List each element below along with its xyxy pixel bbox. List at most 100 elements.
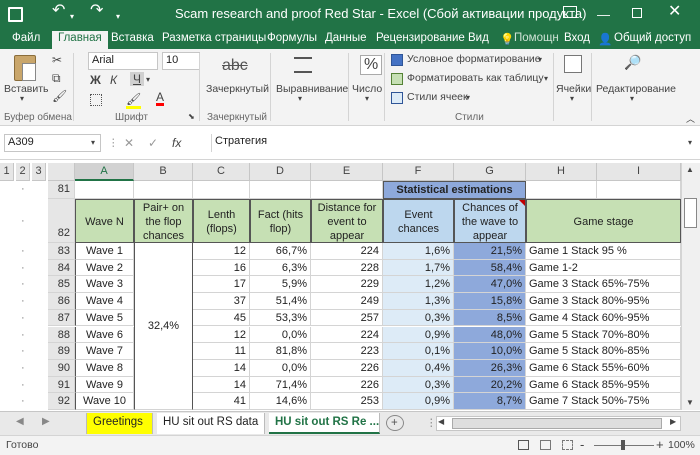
number-dropdown-icon[interactable]: ▾ xyxy=(365,94,369,103)
header-distance[interactable]: Distance for event to appear xyxy=(311,199,383,243)
normal-view-icon[interactable] xyxy=(518,440,529,450)
tab-page-layout[interactable]: Разметка страницы xyxy=(162,32,266,44)
font-size-combo[interactable]: 10 xyxy=(162,52,200,70)
outline-dot[interactable]: · xyxy=(0,309,48,327)
header-wave-n[interactable]: Wave N xyxy=(75,199,134,243)
cond-dropdown-icon[interactable]: ▾ xyxy=(538,55,542,64)
column-header-a[interactable]: A xyxy=(75,163,134,181)
cell-i88[interactable] xyxy=(597,326,681,344)
cell-c86[interactable]: 37 xyxy=(193,293,250,310)
tab-home[interactable]: Главная xyxy=(52,31,108,49)
cell-h88[interactable]: Game 5 Stack 70%-80% xyxy=(526,327,649,344)
outline-level-2[interactable]: 2 xyxy=(16,163,30,181)
outline-dot[interactable]: · xyxy=(0,259,48,277)
cell-d86[interactable]: 51,4% xyxy=(250,293,311,310)
editing-button[interactable]: Редактирование xyxy=(596,83,676,95)
row-header-92[interactable]: 92 xyxy=(48,393,75,410)
cell-g89[interactable]: 10,0% xyxy=(454,343,526,360)
cell-h85[interactable]: Game 3 Stack 65%-75% xyxy=(526,276,649,294)
column-header-h[interactable]: H xyxy=(526,163,597,181)
fill-color-icon[interactable]: 🖌 xyxy=(126,92,142,109)
cell-styles-button[interactable]: Стили ячеек xyxy=(407,91,468,103)
vertical-scroll-thumb[interactable] xyxy=(684,198,697,228)
cell-e84[interactable]: 228 xyxy=(311,259,383,277)
outline-level-3[interactable]: 3 xyxy=(32,163,46,181)
header-wave-chances[interactable]: Chances of the wave to appear xyxy=(454,199,526,243)
cell-c84[interactable]: 16 xyxy=(193,259,250,277)
select-all-corner[interactable] xyxy=(48,163,75,181)
cell-g90[interactable]: 26,3% xyxy=(454,359,526,377)
cell-i91[interactable] xyxy=(597,376,681,394)
cell-c81[interactable] xyxy=(193,181,250,199)
sheet-tab-hu-data[interactable]: HU sit out RS data xyxy=(157,413,265,434)
confirm-entry-icon[interactable]: ✓ xyxy=(148,136,158,150)
column-header-c[interactable]: C xyxy=(193,163,250,181)
cell-d90[interactable]: 0,0% xyxy=(250,359,311,377)
cell-h81[interactable] xyxy=(526,181,597,199)
column-header-f[interactable]: F xyxy=(383,163,454,181)
outline-dot[interactable]: · xyxy=(0,359,48,377)
undo-icon[interactable]: ↶ xyxy=(52,3,65,19)
cell-d92[interactable]: 14,6% xyxy=(250,393,311,410)
cell-g92[interactable]: 8,7% xyxy=(454,393,526,410)
cell-a83[interactable]: Wave 1 xyxy=(75,243,134,260)
maximize-icon[interactable] xyxy=(632,8,642,18)
borders-icon[interactable] xyxy=(90,94,102,106)
tab-file[interactable]: Файл xyxy=(12,32,40,44)
alignment-icon[interactable] xyxy=(294,57,312,73)
header-pair-flop[interactable]: Pair+ on the flop chances xyxy=(134,199,193,243)
expand-formula-bar-icon[interactable]: ▾ xyxy=(688,138,692,147)
alignment-dropdown-icon[interactable]: ▾ xyxy=(298,94,302,103)
cancel-entry-icon[interactable]: ✕ xyxy=(124,136,134,150)
outline-dot[interactable]: · xyxy=(0,376,48,394)
page-layout-view-icon[interactable] xyxy=(540,440,551,450)
tab-split-grip-icon[interactable]: ⋮ xyxy=(426,417,437,429)
scroll-down-icon[interactable]: ▼ xyxy=(686,398,694,407)
cell-i84[interactable] xyxy=(597,259,681,277)
cell-c89[interactable]: 11 xyxy=(193,343,250,360)
tab-formulas[interactable]: Формулы xyxy=(267,32,317,44)
cell-e87[interactable]: 257 xyxy=(311,309,383,327)
cell-c92[interactable]: 41 xyxy=(193,393,250,410)
formula-bar-grip-icon[interactable]: ⋮ xyxy=(108,137,119,149)
column-header-i[interactable]: I xyxy=(597,163,681,181)
merged-pair-flop-chance[interactable]: 32,4% xyxy=(134,243,193,410)
cell-f88[interactable]: 0,9% xyxy=(383,326,454,344)
cell-f85[interactable]: 1,2% xyxy=(383,276,454,294)
qat-customize-icon[interactable]: ▾ xyxy=(116,10,120,24)
outline-dot[interactable]: · xyxy=(0,276,48,294)
scroll-right-icon[interactable]: ▶ xyxy=(670,417,676,426)
close-icon[interactable]: ✕ xyxy=(668,4,681,20)
cell-h89[interactable]: Game 5 Stack 80%-85% xyxy=(526,343,649,360)
cell-h87[interactable]: Game 4 Stack 60%-95% xyxy=(526,310,649,327)
cell-i87[interactable] xyxy=(597,309,681,327)
scroll-left-icon[interactable]: ◀ xyxy=(438,417,444,426)
sign-in-link[interactable]: Вход xyxy=(564,32,590,44)
horizontal-scroll-thumb[interactable] xyxy=(452,418,662,429)
alignment-button[interactable]: Выравнивание xyxy=(276,83,348,95)
cell-f91[interactable]: 0,3% xyxy=(383,376,454,394)
cell-d89[interactable]: 81,8% xyxy=(250,343,311,360)
copy-icon[interactable]: ⧉ xyxy=(52,71,61,86)
row-header-85[interactable]: 85 xyxy=(48,276,75,294)
cell-g86[interactable]: 15,8% xyxy=(454,293,526,310)
page-break-view-icon[interactable] xyxy=(562,440,573,450)
editing-dropdown-icon[interactable]: ▾ xyxy=(630,94,634,103)
tab-view[interactable]: Вид xyxy=(468,32,489,44)
cell-a89[interactable]: Wave 7 xyxy=(75,343,134,360)
table-dropdown-icon[interactable]: ▾ xyxy=(544,74,548,83)
cell-d87[interactable]: 53,3% xyxy=(250,309,311,327)
column-header-b[interactable]: B xyxy=(134,163,193,181)
cell-c85[interactable]: 17 xyxy=(193,276,250,294)
underline-button[interactable]: Ч xyxy=(130,72,144,86)
column-header-e[interactable]: E xyxy=(311,163,383,181)
cell-i92[interactable] xyxy=(597,393,681,410)
paste-button[interactable]: Вставить xyxy=(4,83,49,95)
zoom-slider-thumb[interactable] xyxy=(621,440,625,450)
cell-f90[interactable]: 0,4% xyxy=(383,359,454,377)
cell-f87[interactable]: 0,3% xyxy=(383,309,454,327)
format-painter-icon[interactable]: 🖌 xyxy=(52,89,67,103)
redo-icon[interactable]: ↷ xyxy=(90,3,103,19)
outline-dot[interactable]: · xyxy=(0,199,48,243)
cell-e85[interactable]: 229 xyxy=(311,276,383,294)
